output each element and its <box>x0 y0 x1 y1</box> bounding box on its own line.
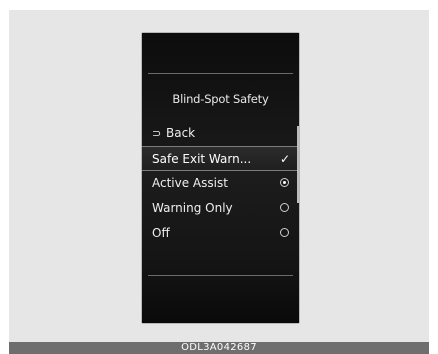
menu-item-off[interactable]: Off <box>142 221 299 246</box>
menu-item-active-assist[interactable]: Active Assist <box>142 171 299 196</box>
menu-item-label: Safe Exit Warn... <box>152 152 252 166</box>
top-divider <box>148 73 293 74</box>
scrollbar[interactable] <box>297 126 299 203</box>
menu-item-warning-only[interactable]: Warning Only <box>142 196 299 221</box>
bottom-divider <box>148 275 293 276</box>
cluster-display: Blind-Spot Safety ⊃ Back Safe Exit Warn..… <box>142 33 299 323</box>
menu-item-label: Warning Only <box>152 201 233 215</box>
back-arrow-icon: ⊃ <box>152 127 162 140</box>
radio-unselected-icon[interactable] <box>280 228 289 237</box>
radio-selected-icon[interactable] <box>280 178 289 187</box>
menu-list: ⊃ Back Safe Exit Warn... ✓ Active Assist … <box>142 121 299 246</box>
image-code-caption: ODL3A042687 <box>9 342 429 354</box>
back-item[interactable]: ⊃ Back <box>142 121 299 146</box>
menu-item-label: Active Assist <box>152 176 228 190</box>
checkmark-icon: ✓ <box>279 152 290 166</box>
radio-unselected-icon[interactable] <box>280 203 289 212</box>
menu-title: Blind-Spot Safety <box>172 92 269 106</box>
menu-item-label: Off <box>152 226 170 240</box>
menu-item-safe-exit-warning[interactable]: Safe Exit Warn... ✓ <box>142 146 299 171</box>
back-label: Back <box>166 126 196 140</box>
